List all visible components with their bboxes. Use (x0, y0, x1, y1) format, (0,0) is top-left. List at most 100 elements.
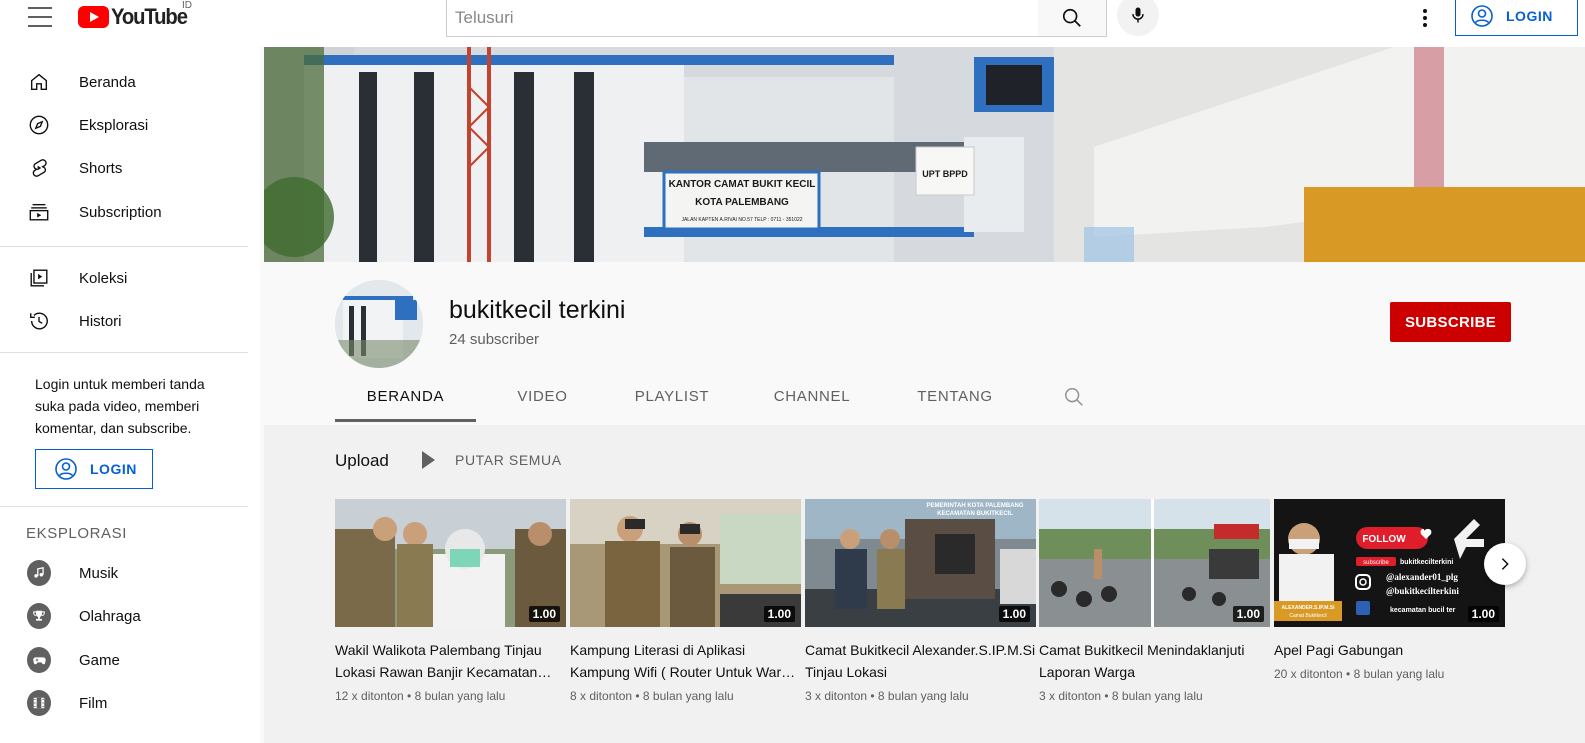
video-views: 20 x ditonton (1274, 667, 1343, 681)
banner-sign2: UPT BPPD (922, 169, 968, 179)
video-card[interactable]: 1.00 Camat Bukitkecil Menindaklanjuti La… (1039, 499, 1270, 703)
sidebar-item-label: Shorts (79, 159, 123, 177)
microphone-icon (1132, 7, 1144, 23)
subscribe-button[interactable]: SUBSCRIBE (1390, 302, 1511, 342)
video-title[interactable]: Camat Bukitkecil Menindaklanjuti Laporan… (1039, 639, 1270, 683)
more-options-button[interactable] (1413, 6, 1437, 30)
sidebar-item-game[interactable]: Game (0, 640, 260, 680)
video-card[interactable]: 1.00 Wakil Walikota Palembang Tinjau Lok… (335, 499, 566, 703)
search-icon (1062, 8, 1081, 27)
banner-sign-line3: JALAN KAPTEN A.RIVAI NO.57 TELP : 0711 -… (681, 217, 802, 223)
sidebar-item-label: Olahraga (79, 607, 141, 625)
video-title[interactable]: Camat Bukitkecil Alexander.S.IP.M.Si Tin… (805, 639, 1036, 683)
login-note: Login untuk memberi tanda suka pada vide… (35, 376, 205, 436)
video-views: 8 x ditonton (570, 689, 633, 703)
sidebar-item-olahraga[interactable]: Olahraga (0, 596, 260, 636)
subscriptions-icon (27, 200, 51, 224)
video-thumbnail[interactable]: 1.00 (570, 499, 801, 627)
video-views: 3 x ditonton (1039, 689, 1102, 703)
explore-section-title: EKSPLORASI (26, 525, 128, 542)
subscriber-count: 24 subscriber (449, 331, 540, 348)
login-button-sidebar[interactable]: LOGIN (35, 449, 153, 489)
sidebar: Beranda Eksplorasi Shorts Subscription K… (0, 47, 260, 743)
tab-channel[interactable]: CHANNEL (762, 378, 862, 422)
country-code: ID (182, 0, 192, 11)
shelf-title[interactable]: Upload (335, 451, 389, 471)
sidebar-item-subscription[interactable]: Subscription (0, 192, 260, 232)
thumbnail-ig1: @alexander01_plg (1386, 572, 1458, 582)
search-box[interactable] (446, 0, 1039, 37)
sidebar-item-label: Subscription (79, 203, 162, 221)
trophy-icon (27, 603, 51, 629)
login-label: LOGIN (90, 461, 137, 477)
video-meta: 3 x ditonton • 8 bulan yang lalu (1039, 689, 1203, 703)
video-title[interactable]: Wakil Walikota Palembang Tinjau Lokasi R… (335, 639, 566, 683)
sidebar-divider (0, 246, 248, 247)
play-icon (422, 451, 435, 469)
shorts-icon (27, 156, 51, 180)
video-age: 8 bulan yang lalu (1111, 689, 1203, 703)
sidebar-divider (0, 506, 248, 507)
tab-beranda[interactable]: BERANDA (335, 378, 476, 422)
sidebar-item-beranda[interactable]: Beranda (0, 62, 260, 102)
tab-video[interactable]: VIDEO (500, 378, 585, 422)
search-input[interactable] (455, 7, 1038, 28)
video-thumbnail[interactable]: PEMERINTAH KOTA PALEMBANG KECAMATAN BUKI… (805, 499, 1036, 627)
sidebar-item-label: Beranda (79, 73, 136, 91)
video-age: 8 bulan yang lalu (414, 689, 506, 703)
video-card[interactable]: PEMERINTAH KOTA PALEMBANG KECAMATAN BUKI… (805, 499, 1036, 703)
tab-playlist[interactable]: PLAYLIST (622, 378, 722, 422)
tab-tentang[interactable]: TENTANG (905, 378, 1005, 422)
sidebar-item-shorts[interactable]: Shorts (0, 148, 260, 188)
thumbnail-ig2: @bukitkecilterkini (1386, 586, 1459, 596)
thumbnail-follow: FOLLOW (1362, 534, 1406, 545)
video-title[interactable]: Apel Pagi Gabungan (1274, 639, 1505, 661)
video-duration: 1.00 (1232, 606, 1264, 622)
top-bar: YouTube ID LOGIN (0, 0, 1585, 47)
video-duration: 1.00 (528, 606, 560, 622)
search-button[interactable] (1038, 0, 1107, 37)
library-icon (27, 266, 51, 290)
video-meta: 20 x ditonton • 8 bulan yang lalu (1274, 667, 1445, 681)
logo-text: YouTube (111, 4, 188, 29)
youtube-logo[interactable]: YouTube (78, 4, 193, 30)
video-duration: 1.00 (763, 606, 795, 622)
video-card[interactable]: FOLLOW subscribe bukitkecilterkini @alex… (1274, 499, 1505, 681)
chevron-right-icon (1501, 558, 1509, 570)
login-label: LOGIN (1506, 8, 1553, 24)
sidebar-item-musik[interactable]: Musik (0, 553, 260, 593)
sidebar-item-label: Film (79, 694, 108, 712)
avatar-image (335, 280, 423, 368)
channel-search-button[interactable] (1063, 386, 1085, 413)
video-meta: 12 x ditonton • 8 bulan yang lalu (335, 689, 506, 703)
banner-image: KANTOR CAMAT BUKIT KECIL KOTA PALEMBANG … (264, 47, 1585, 262)
youtube-play-icon (78, 6, 109, 28)
account-icon (1471, 5, 1493, 27)
login-button-top[interactable]: LOGIN (1455, 0, 1578, 36)
banner-sign-line2: KOTA PALEMBANG (695, 197, 789, 208)
video-age: 8 bulan yang lalu (877, 689, 969, 703)
video-thumbnail[interactable]: 1.00 (1039, 499, 1270, 627)
play-all-button[interactable]: PUTAR SEMUA (422, 451, 562, 469)
sidebar-item-film[interactable]: Film (0, 683, 260, 723)
menu-icon[interactable] (28, 7, 52, 27)
thumbnail-fb: kecamatan bucil ter (1390, 607, 1456, 614)
video-card[interactable]: 1.00 Kampung Literasi di Aplikasi Kampun… (570, 499, 801, 703)
sidebar-item-label: Koleksi (79, 269, 128, 287)
search-icon (1065, 388, 1083, 406)
voice-search-button[interactable] (1117, 0, 1159, 36)
account-icon (55, 458, 77, 480)
video-thumbnail[interactable]: 1.00 (335, 499, 566, 627)
video-title[interactable]: Kampung Literasi di Aplikasi Kampung Wif… (570, 639, 801, 683)
video-thumbnail[interactable]: FOLLOW subscribe bukitkecilterkini @alex… (1274, 499, 1505, 627)
sidebar-item-eksplorasi[interactable]: Eksplorasi (0, 105, 260, 145)
shelf-next-button[interactable] (1484, 543, 1526, 585)
sidebar-item-koleksi[interactable]: Koleksi (0, 258, 260, 298)
video-age: 8 bulan yang lalu (1353, 667, 1445, 681)
thumbnail-caption2: KECAMATAN BUKITKECIL (937, 511, 1013, 517)
sidebar-item-label: Game (79, 651, 120, 669)
channel-name: bukitkecil terkini (449, 296, 626, 324)
video-meta: 8 x ditonton • 8 bulan yang lalu (570, 689, 734, 703)
channel-avatar[interactable] (335, 280, 423, 368)
sidebar-item-histori[interactable]: Histori (0, 301, 260, 341)
